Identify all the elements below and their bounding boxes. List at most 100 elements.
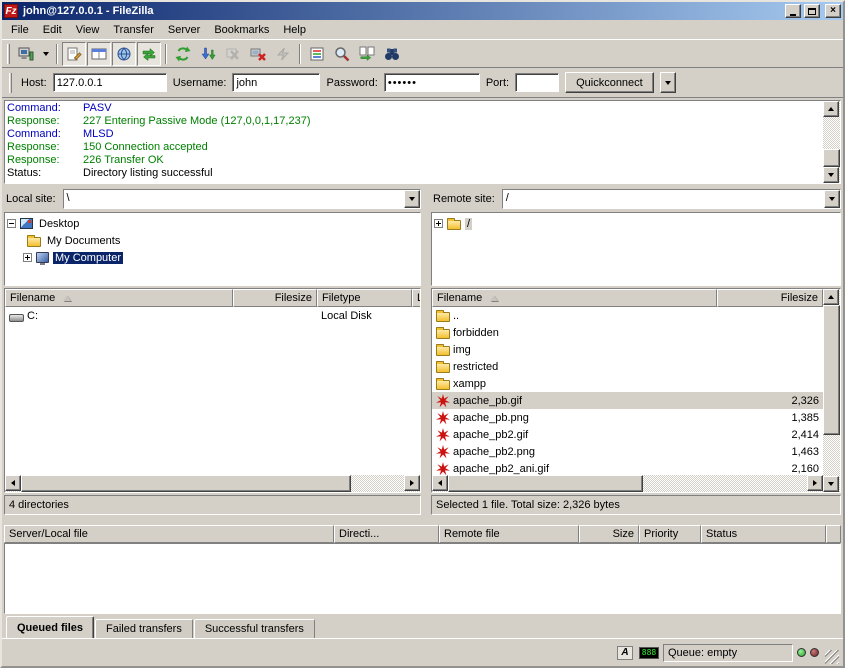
quickconnect-grip[interactable] [9, 73, 12, 93]
column-header-filename[interactable]: Filename [432, 289, 717, 307]
menu-edit[interactable]: Edit [36, 22, 69, 38]
password-input[interactable] [384, 73, 480, 92]
toolbar-grip[interactable] [7, 44, 10, 64]
tab-failed-transfers[interactable]: Failed transfers [95, 619, 193, 638]
site-manager-dropdown[interactable] [39, 42, 52, 66]
column-header-filesize[interactable]: Filesize [233, 289, 317, 307]
file-row[interactable]: forbidden [432, 324, 823, 341]
scroll-thumb[interactable] [21, 475, 351, 492]
column-header-remote-file[interactable]: Remote file [439, 525, 579, 543]
tree-item-root[interactable]: / [434, 215, 838, 232]
file-name: apache_pb.gif [453, 395, 522, 407]
menu-view[interactable]: View [69, 22, 107, 38]
collapse-icon[interactable] [7, 219, 16, 228]
tab-successful-transfers[interactable]: Successful transfers [194, 619, 315, 638]
scroll-down-button[interactable] [823, 476, 839, 492]
synchronized-browsing-button[interactable] [380, 42, 404, 66]
directory-comparison-button[interactable] [355, 42, 379, 66]
column-header-server-local-file[interactable]: Server/Local file [4, 525, 334, 543]
host-input[interactable] [53, 73, 167, 92]
file-name: restricted [453, 361, 498, 373]
username-input[interactable] [232, 73, 320, 92]
column-header-filetype[interactable]: Filetype [317, 289, 412, 307]
local-list-hscrollbar[interactable] [5, 475, 420, 492]
toggle-remote-tree-button[interactable] [112, 42, 136, 66]
file-row-c-drive[interactable]: C: Local Disk [5, 307, 420, 324]
file-row[interactable]: apache_pb2_ani.gif 2,160 [432, 460, 823, 475]
column-header-filesize[interactable]: Filesize [717, 289, 823, 307]
data-type-indicator[interactable]: A [615, 645, 635, 661]
column-header-lastmodified[interactable]: L [412, 289, 420, 307]
file-row[interactable]: xampp [432, 375, 823, 392]
menu-transfer[interactable]: Transfer [106, 22, 161, 38]
filezilla-logo-icon: Fz [4, 4, 18, 18]
scroll-left-button[interactable] [5, 475, 21, 491]
column-header-direction[interactable]: Directi... [334, 525, 439, 543]
column-header-filename[interactable]: Filename [5, 289, 233, 307]
port-input[interactable] [515, 73, 559, 92]
horizontal-splitter[interactable] [2, 517, 843, 525]
remote-list-vscrollbar[interactable] [823, 289, 840, 492]
remote-site-dropdown-button[interactable] [824, 190, 840, 208]
speed-limits-indicator[interactable]: 888 [639, 645, 659, 661]
binoculars-icon [384, 46, 400, 62]
column-header-size[interactable]: Size [579, 525, 639, 543]
site-manager-button[interactable] [14, 42, 38, 66]
local-site-combobox[interactable]: \ [63, 189, 421, 209]
scroll-down-button[interactable] [823, 167, 839, 183]
quickconnect-dropdown[interactable] [660, 72, 676, 93]
toggle-message-log-button[interactable] [62, 42, 86, 66]
file-size: 1,385 [791, 412, 819, 424]
maximize-button[interactable] [804, 4, 820, 18]
file-size: 2,414 [791, 429, 819, 441]
menu-file[interactable]: File [4, 22, 36, 38]
file-row-selected[interactable]: apache_pb.gif 2,326 [432, 392, 823, 409]
toggle-local-tree-button[interactable] [87, 42, 111, 66]
close-button[interactable]: × [825, 4, 841, 18]
filter-button[interactable] [305, 42, 329, 66]
expand-icon[interactable] [23, 253, 32, 262]
menu-server[interactable]: Server [161, 22, 207, 38]
file-row[interactable]: apache_pb2.png 1,463 [432, 443, 823, 460]
quickconnect-button[interactable]: Quickconnect [565, 72, 654, 93]
refresh-button[interactable] [171, 42, 195, 66]
resize-grip[interactable] [825, 650, 839, 664]
log-entry-text: PASV [83, 102, 112, 115]
file-row[interactable]: apache_pb2.gif 2,414 [432, 426, 823, 443]
column-header-priority[interactable]: Priority [639, 525, 701, 543]
scroll-thumb[interactable] [448, 475, 643, 492]
scroll-left-button[interactable] [432, 475, 448, 491]
menu-bookmarks[interactable]: Bookmarks [207, 22, 276, 38]
scroll-thumb[interactable] [823, 305, 840, 435]
local-site-dropdown-button[interactable] [404, 190, 420, 208]
remote-status-text: Selected 1 file. Total size: 2,326 bytes [431, 495, 841, 515]
tree-item-my-documents[interactable]: My Documents [7, 232, 418, 249]
toggle-transfer-queue-button[interactable] [137, 42, 161, 66]
local-list-rows: C: Local Disk [5, 307, 420, 475]
process-queue-button[interactable] [196, 42, 220, 66]
menu-help[interactable]: Help [276, 22, 313, 38]
scroll-thumb[interactable] [823, 149, 840, 167]
tree-item-my-computer[interactable]: My Computer [7, 249, 418, 266]
scroll-up-button[interactable] [823, 289, 839, 305]
file-row[interactable]: .. [432, 307, 823, 324]
log-scrollbar[interactable] [823, 101, 840, 183]
remote-site-combobox[interactable]: / [502, 189, 841, 209]
minimize-button[interactable] [785, 4, 801, 18]
queue-list[interactable] [4, 543, 841, 614]
scroll-right-button[interactable] [404, 475, 420, 491]
expand-icon[interactable] [434, 219, 443, 228]
find-files-button[interactable] [330, 42, 354, 66]
scroll-right-button[interactable] [807, 475, 823, 491]
tree-item-desktop[interactable]: Desktop [7, 215, 418, 232]
scroll-track [823, 117, 840, 149]
tab-queued-files[interactable]: Queued files [6, 616, 94, 638]
file-row[interactable]: restricted [432, 358, 823, 375]
title-bar[interactable]: Fz john@127.0.0.1 - FileZilla × [2, 2, 843, 20]
remote-list-hscrollbar[interactable] [432, 475, 823, 492]
file-row[interactable]: apache_pb.png 1,385 [432, 409, 823, 426]
file-row[interactable]: img [432, 341, 823, 358]
column-header-status[interactable]: Status [701, 525, 826, 543]
scroll-up-button[interactable] [823, 101, 839, 117]
disconnect-button[interactable] [246, 42, 270, 66]
